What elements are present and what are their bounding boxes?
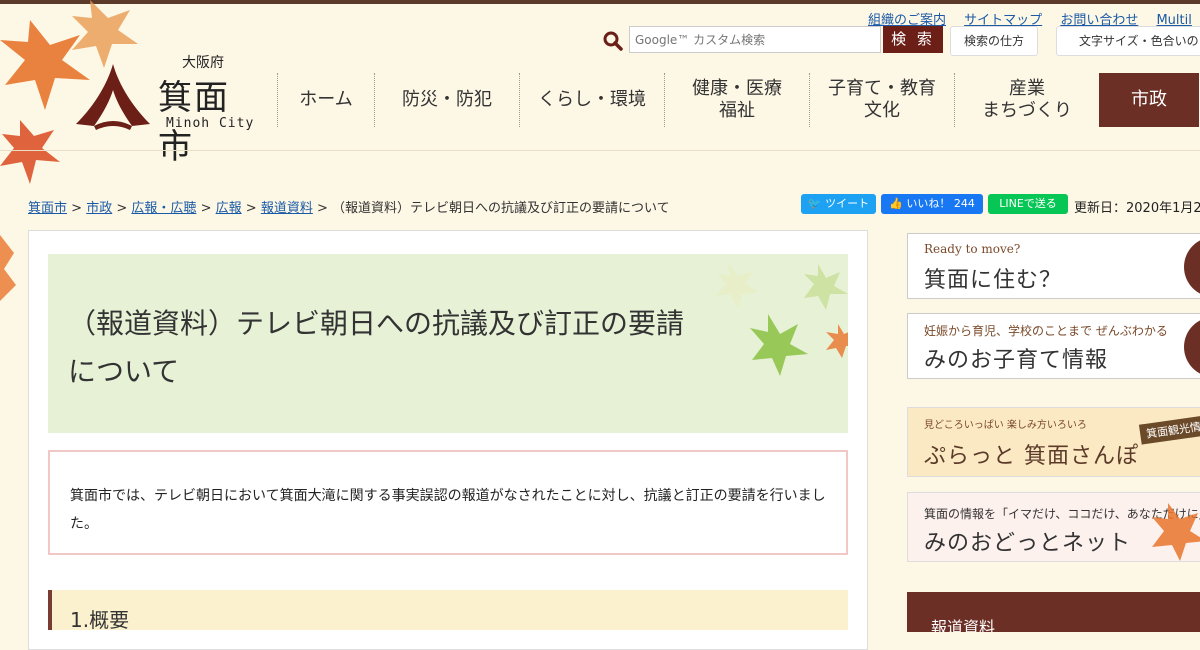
section-heading: 1.概要 xyxy=(48,590,848,632)
tweet-button[interactable]: 🐦 ツイート xyxy=(801,194,876,214)
banner-subtitle: 妊娠から育児、学校のことまで ぜんぶわかる xyxy=(924,324,1168,338)
line-share-button[interactable]: LINEで送る xyxy=(988,194,1068,214)
breadcrumb-separator: > xyxy=(200,201,212,216)
updated-date: 更新日：2020年1月2 xyxy=(1074,201,1200,216)
page-title-box: （報道資料）テレビ朝日への抗議及び訂正の要請について xyxy=(48,254,848,433)
banner-tag: 箕面観光情 xyxy=(1138,415,1200,445)
nav-home[interactable]: ホーム xyxy=(277,73,374,127)
breadcrumb-link[interactable]: 報道資料 xyxy=(261,201,313,216)
breadcrumb-link[interactable]: 広報・広聴 xyxy=(131,201,196,216)
global-navigation: ホーム 防災・防犯 くらし・環境 健康・医療 福祉 子育て・教育 文化 産業 ま… xyxy=(277,73,1199,127)
city-emblem-icon xyxy=(76,64,150,130)
like-label: いいね！ 244 xyxy=(906,197,975,210)
banner-childcare-info[interactable]: 妊娠から育児、学校のことまで ぜんぶわかる みのお子育て情報 xyxy=(907,313,1200,379)
twitter-bird-icon: 🐦 xyxy=(807,197,822,210)
search-button[interactable]: 検 索 xyxy=(883,26,943,53)
thumbs-up-icon: 👍 xyxy=(889,197,903,210)
search-howto-button[interactable]: 検索の仕方 xyxy=(950,26,1038,56)
banner-title: みのお子育て情報 xyxy=(924,348,1109,373)
logo-prefecture: 大阪府 xyxy=(182,55,224,71)
breadcrumb-link[interactable]: 広報 xyxy=(216,201,242,216)
maple-leaf-side-icon xyxy=(0,235,16,301)
breadcrumb-separator: > xyxy=(245,201,257,216)
banner-title: ぷらっと 箕面さんぽ xyxy=(924,444,1139,469)
banner-arrow-icon xyxy=(1184,317,1200,377)
font-size-color-button[interactable]: 文字サイズ・色合いの xyxy=(1056,26,1200,56)
tweet-label: ツイート xyxy=(825,197,870,210)
breadcrumb-separator: > xyxy=(316,201,328,216)
page-title: （報道資料）テレビ朝日への抗議及び訂正の要請について xyxy=(68,307,685,388)
section-heading-text: 1.概要 xyxy=(70,608,130,632)
header-divider xyxy=(0,150,1200,151)
sidebar-heading: 報道資料 xyxy=(931,618,996,632)
nav-living-environment[interactable]: くらし・環境 xyxy=(519,73,664,127)
logo-english-name: Minoh City xyxy=(166,116,255,131)
site-logo[interactable]: 大阪府 箕面市 Minoh City xyxy=(74,52,264,167)
breadcrumb: 箕面市 > 市政 > 広報・広聴 > 広報 > 報道資料 > （報道資料）テレビ… xyxy=(28,197,670,216)
breadcrumb-separator: > xyxy=(116,201,128,216)
search-icon xyxy=(603,31,623,51)
nav-disaster-prevention[interactable]: 防災・防犯 xyxy=(374,73,519,127)
banner-minoh-sanpo[interactable]: 見どころいっぱい 楽しみ方いろいろ ぷらっと 箕面さんぽ 箕面観光情 xyxy=(907,407,1200,477)
intro-text: 箕面市では、テレビ朝日において箕面大滝に関する事実誤認の報道がなされたことに対し… xyxy=(70,488,826,532)
breadcrumb-separator: > xyxy=(71,201,83,216)
press-release-sidebar: 報道資料 xyxy=(907,592,1200,632)
banner-arrow-icon xyxy=(1184,237,1200,297)
search-input[interactable] xyxy=(629,26,881,53)
nav-industry-town[interactable]: 産業 まちづくり xyxy=(954,73,1099,127)
banner-title: 箕面に住む？ xyxy=(924,268,1063,293)
banner-title: みのおどっとネット xyxy=(924,531,1132,556)
intro-box: 箕面市では、テレビ朝日において箕面大滝に関する事実誤認の報道がなされたことに対し… xyxy=(48,450,848,555)
banner-live-in-minoh[interactable]: Ready to move? 箕面に住む？ xyxy=(907,233,1200,299)
banner-minoh-dot-net[interactable]: 箕面の情報を「イマだけ、ココだけ、あなただけに」 みのおどっとネット xyxy=(907,492,1200,562)
maple-leaf-icon xyxy=(1152,503,1200,561)
banner-subtitle: Ready to move? xyxy=(924,242,1021,256)
top-border xyxy=(0,0,1200,4)
banner-subtitle: 見どころいっぱい 楽しみ方いろいろ xyxy=(924,420,1087,431)
breadcrumb-current: （報道資料）テレビ朝日への抗議及び訂正の要請について xyxy=(332,201,670,216)
nav-city-government[interactable]: 市政 xyxy=(1099,73,1199,127)
maple-leaf-top-icon xyxy=(225,0,335,50)
nav-health-welfare[interactable]: 健康・医療 福祉 xyxy=(664,73,809,127)
nav-childcare-education[interactable]: 子育て・教育 文化 xyxy=(809,73,954,127)
breadcrumb-link[interactable]: 箕面市 xyxy=(28,201,67,216)
facebook-like-button[interactable]: 👍 いいね！ 244 xyxy=(881,194,983,214)
breadcrumb-link[interactable]: 市政 xyxy=(86,201,112,216)
